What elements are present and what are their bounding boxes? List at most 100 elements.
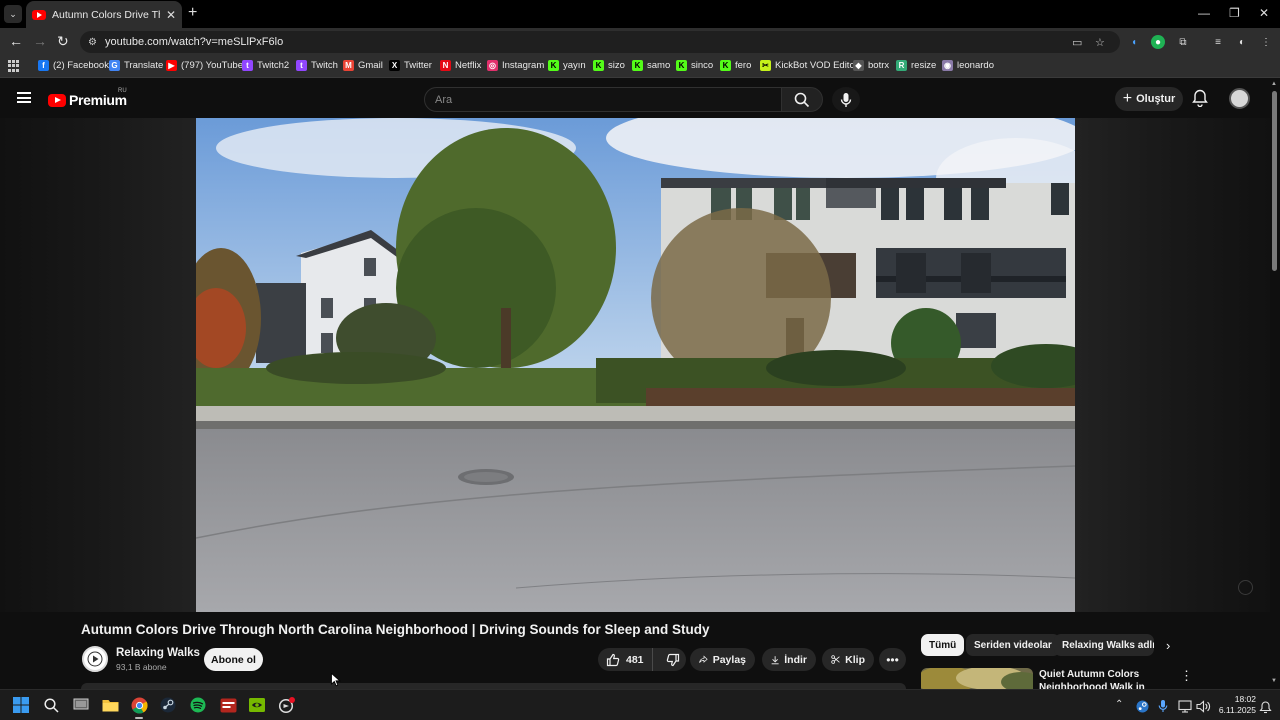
microphone-tray-icon[interactable] (1154, 697, 1172, 715)
account-avatar[interactable] (1229, 88, 1250, 109)
bookmark-item[interactable]: Rresize (896, 60, 936, 71)
miniplayer-hint-icon[interactable] (1238, 580, 1253, 595)
install-app-icon[interactable]: ▭ (1072, 31, 1082, 53)
chip-channel-videos[interactable]: Relaxing Walks adlı y (1054, 634, 1154, 656)
steam-tray-icon[interactable] (1133, 697, 1151, 715)
region-code: RU (118, 88, 127, 94)
bookmark-item[interactable]: ◉ leonardo (942, 60, 994, 71)
network-tray-icon[interactable] (1176, 697, 1194, 715)
apps-grid-icon[interactable] (8, 60, 20, 72)
like-button[interactable]: 481 (598, 648, 653, 671)
notification-center-icon[interactable] (1256, 698, 1274, 716)
bookmark-item[interactable]: X Twitter (389, 60, 432, 71)
bookmark-item[interactable]: G Translate (109, 60, 163, 71)
bookmark-label: leonardo (957, 60, 994, 71)
chip-all[interactable]: Tümü (921, 634, 965, 656)
bookmark-item[interactable]: Ksizo (593, 60, 625, 71)
bookmark-item[interactable]: Ksinco (676, 60, 713, 71)
create-button[interactable]: + Oluştur (1115, 87, 1183, 111)
search-placeholder: Ara (435, 94, 453, 106)
youtube-premium-logo[interactable]: Premium (48, 92, 127, 108)
tab-close-icon[interactable]: ✕ (166, 8, 176, 22)
taskbar-clock[interactable]: 18:02 6.11.2025 (1214, 694, 1256, 716)
media-app-icon[interactable] (219, 696, 237, 714)
bookmark-item[interactable]: N Netflix (440, 60, 481, 71)
extension-audio-icon[interactable]: ◖ (1127, 35, 1141, 49)
bookmark-item[interactable]: t Twitch2 (242, 60, 289, 71)
bookmark-item[interactable]: Ksamo (632, 60, 670, 71)
extension-green-icon[interactable]: ● (1151, 35, 1165, 49)
update-app-icon[interactable] (277, 696, 295, 714)
steam-icon[interactable] (159, 696, 177, 714)
tab-title: Autumn Colors Drive Through N (52, 8, 160, 21)
profile-sync-icon[interactable]: ◐ (1235, 35, 1249, 49)
scroll-down-arrow-icon[interactable]: ▼ (1271, 678, 1277, 684)
recommendation-title[interactable]: Quiet Autumn Colors Neighborhood Walk in… (1039, 668, 1161, 689)
bookmark-item[interactable]: Kfero (720, 60, 751, 71)
kickbot-icon: ✂ (760, 60, 771, 71)
bookmark-item[interactable]: ✂ KickBot VOD Editor (760, 60, 858, 71)
share-button[interactable]: Paylaş (690, 648, 755, 671)
more-actions-button[interactable]: ••• (879, 648, 906, 671)
extensions-puzzle-icon[interactable]: ⧉ (1176, 35, 1190, 49)
thumbs-down-icon (666, 653, 679, 666)
channel-name[interactable]: Relaxing Walks (116, 647, 200, 659)
download-button[interactable]: İndir (762, 648, 816, 671)
chip-next-arrow-icon[interactable]: › (1166, 638, 1170, 653)
video-title: Autumn Colors Drive Through North Caroli… (81, 622, 710, 637)
ambient-backdrop-right (1075, 118, 1270, 612)
search-input[interactable]: Ara (424, 87, 782, 112)
scroll-up-arrow-icon[interactable]: ▲ (1271, 81, 1277, 87)
translate-icon: G (109, 60, 120, 71)
reload-button[interactable]: ↻ (57, 33, 69, 50)
taskbar-search-icon[interactable] (42, 696, 60, 714)
microphone-icon (840, 92, 852, 107)
restore-button[interactable]: ❐ (1229, 6, 1240, 20)
browser-tab[interactable]: Autumn Colors Drive Through N ✕ (26, 1, 182, 28)
chrome-menu-icon[interactable]: ⋮ (1259, 35, 1273, 49)
chip-series-videos[interactable]: Seriden videolar (966, 634, 1060, 656)
page-scrollbar[interactable] (1270, 79, 1280, 689)
chrome-taskbar-icon[interactable] (130, 696, 148, 714)
recommendation-thumbnail[interactable] (921, 668, 1033, 689)
scrollbar-thumb[interactable] (1272, 91, 1277, 271)
site-info-icon[interactable]: ⚙ (88, 37, 97, 48)
channel-play-logo-icon (87, 651, 103, 667)
reading-list-icon[interactable]: ≡ (1211, 35, 1225, 49)
bookmark-label: Twitch2 (257, 60, 290, 71)
bookmark-item[interactable]: ◆ botrx (853, 60, 889, 71)
bookmark-item[interactable]: f (2) Facebook (38, 60, 109, 71)
bookmark-item[interactable]: Kyayın (548, 60, 586, 71)
clip-button[interactable]: Klip (822, 648, 874, 671)
bookmark-item[interactable]: ◎ Instagram (487, 60, 544, 71)
nvidia-icon[interactable] (248, 696, 266, 714)
voice-search-button[interactable] (832, 87, 860, 112)
forward-button[interactable]: → (33, 33, 47, 49)
volume-tray-icon[interactable] (1194, 697, 1212, 715)
recommendation-menu-icon[interactable]: ⋮ (1180, 668, 1193, 684)
ambient-backdrop-left (0, 118, 196, 612)
windows-start-icon[interactable] (12, 696, 30, 714)
address-bar[interactable]: ⚙ youtube.com/watch?v=meSLlPxF6lo (80, 31, 1120, 53)
bookmark-star-icon[interactable]: ☆ (1095, 31, 1105, 53)
bookmark-item[interactable]: M Gmail (343, 60, 383, 71)
video-player[interactable] (196, 118, 1075, 612)
hamburger-menu-icon[interactable] (17, 92, 31, 103)
subscribe-button[interactable]: Abone ol (204, 648, 263, 671)
new-tab-button[interactable]: + (188, 4, 197, 22)
tray-overflow-icon[interactable]: ⌃ (1115, 699, 1123, 710)
task-view-icon[interactable] (72, 696, 90, 714)
bookmark-item[interactable]: t Twitch (296, 60, 338, 71)
tab-search-button[interactable]: ⌄ (4, 5, 22, 23)
spotify-icon[interactable] (189, 696, 207, 714)
minimize-button[interactable]: — (1198, 6, 1210, 20)
file-explorer-icon[interactable] (101, 696, 119, 714)
close-window-button[interactable]: ✕ (1259, 6, 1269, 20)
bookmark-item[interactable]: ▶ (797) YouTube (166, 60, 243, 71)
share-label: Paylaş (712, 653, 746, 666)
notifications-bell-icon[interactable] (1192, 89, 1208, 107)
back-button[interactable]: ← (9, 33, 23, 49)
dislike-button[interactable] (658, 648, 688, 671)
channel-avatar[interactable] (82, 646, 108, 672)
search-button[interactable] (781, 87, 823, 112)
